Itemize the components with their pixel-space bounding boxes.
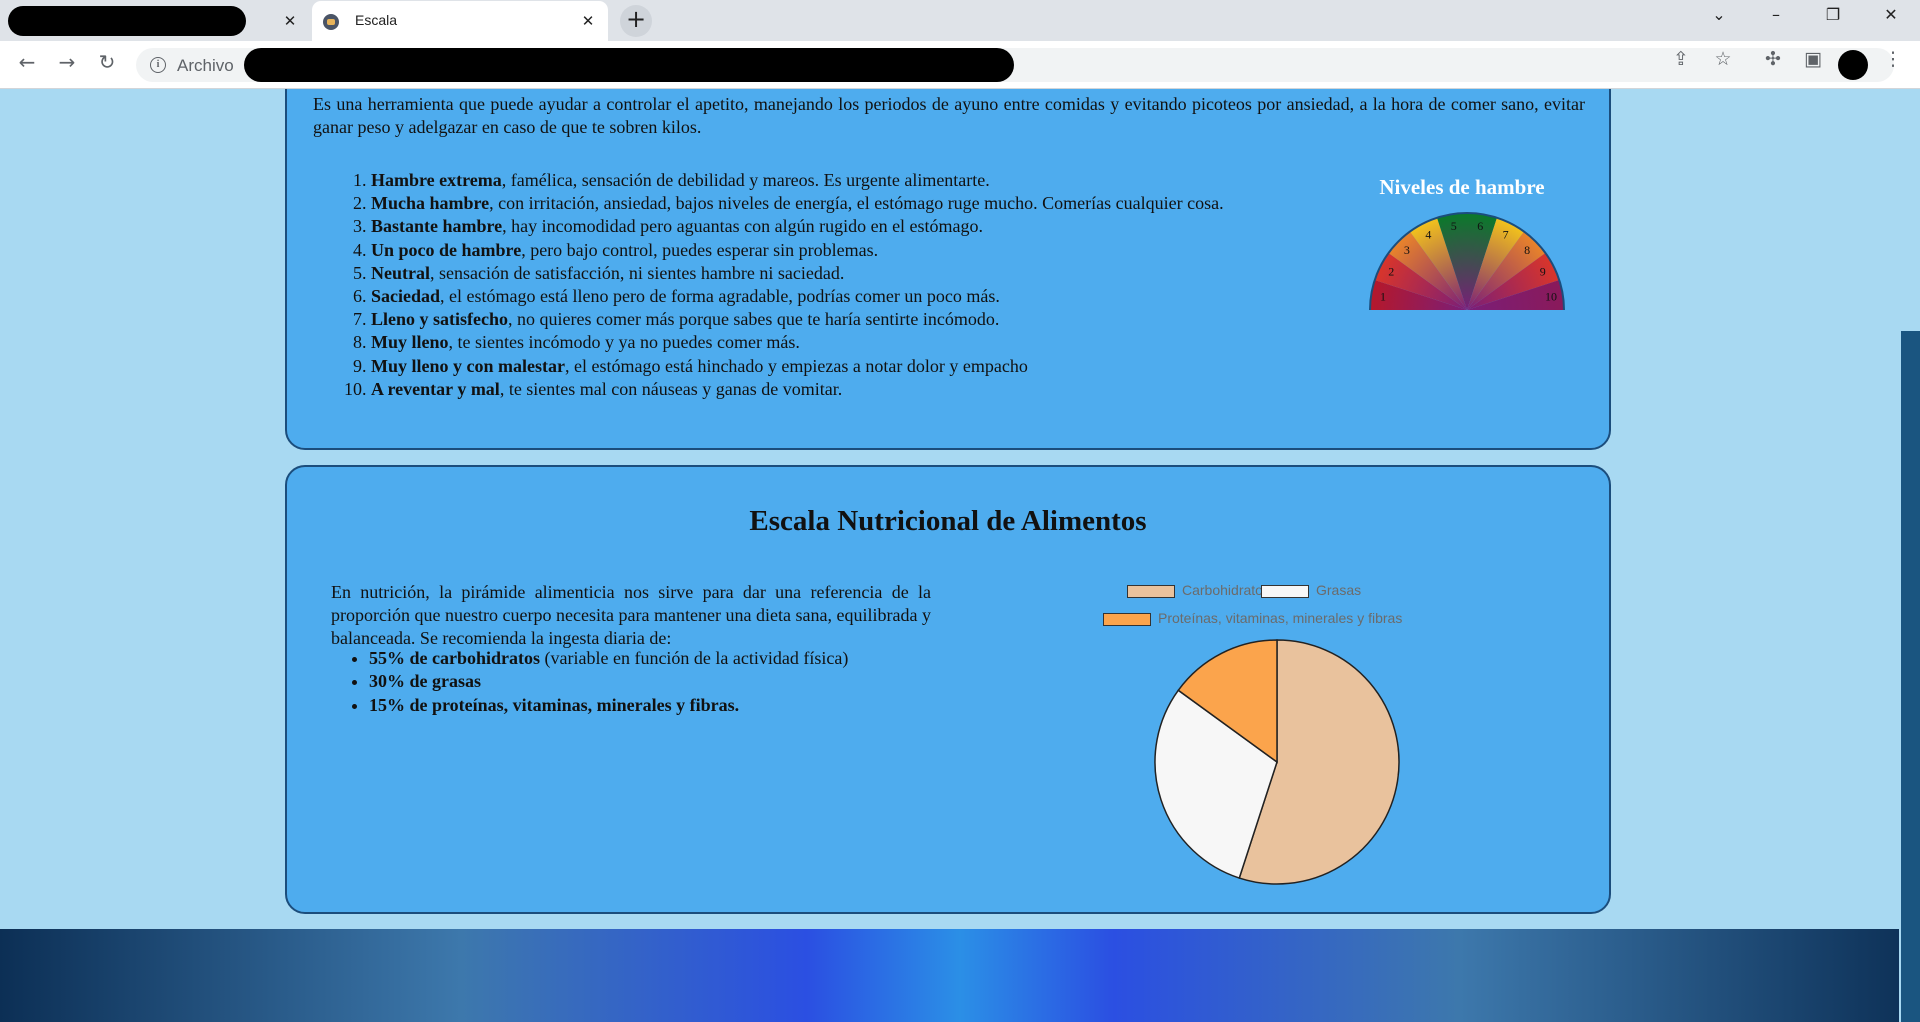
list-item: Lleno y satisfecho, no quieres comer más… (371, 308, 1411, 331)
item-description: , hay incomodidad pero aguantas con algú… (502, 216, 984, 237)
list-item: Mucha hambre, con irritación, ansiedad, … (371, 192, 1411, 215)
avatar[interactable] (1838, 50, 1868, 80)
list-item: 55% de carbohidratos (variable en funció… (369, 647, 989, 670)
window-close-icon[interactable]: ✕ (1868, 5, 1914, 35)
section-title: Escala Nutricional de Alimentos (749, 505, 1147, 537)
list-item: Saciedad, el estómago está lleno pero de… (371, 285, 1411, 308)
nutrition-pie-chart (1154, 639, 1400, 885)
item-bold-label: Muy lleno y con malestar (371, 355, 565, 376)
scrollbar[interactable] (1899, 89, 1920, 1022)
list-item: 30% de grasas (369, 670, 989, 693)
sidebar-icon[interactable]: ▣ (1796, 48, 1830, 82)
list-item: Hambre extrema, famélica, sensación de d… (371, 169, 1411, 192)
gauge-label: 5 (1451, 219, 1457, 233)
list-item: Muy lleno, te sientes incómodo y ya no p… (371, 331, 1411, 354)
restore-icon[interactable]: ❐ (1810, 5, 1856, 35)
legend-swatch (1261, 584, 1309, 598)
item-bold-label: Lleno y satisfecho (371, 309, 508, 330)
list-item: Un poco de hambre, pero bajo control, pu… (371, 239, 1411, 262)
address-bar[interactable]: i Archivo ⇪ ☆ (136, 48, 1894, 82)
item-bold-label: 15% de proteínas, vitaminas, minerales y… (369, 694, 740, 715)
item-bold-label: Saciedad (371, 286, 441, 307)
list-item: 15% de proteínas, vitaminas, minerales y… (369, 694, 989, 717)
scrollbar-thumb[interactable] (1901, 331, 1920, 1022)
item-description: , el estómago está lleno pero de forma a… (440, 286, 1000, 307)
nutrition-list: 55% de carbohidratos (variable en funció… (331, 647, 989, 717)
extensions-icon[interactable]: ✣ (1756, 48, 1790, 82)
item-bold-label: Hambre extrema (371, 170, 502, 190)
forward-icon[interactable]: → (52, 50, 82, 80)
item-bold-label: Bastante hambre (371, 216, 503, 237)
info-icon[interactable]: i (150, 57, 166, 73)
redacted-tab[interactable] (8, 6, 246, 36)
item-description: , con irritación, ansiedad, bajos nivele… (489, 193, 1224, 214)
page-viewport: Es una herramienta que puede ayudar a co… (0, 89, 1899, 1022)
item-bold-label: Neutral (371, 262, 430, 283)
gauge-title: Niveles de hambre (1379, 175, 1545, 199)
gauge-label: 9 (1540, 264, 1546, 278)
gauge-label: 7 (1503, 227, 1509, 241)
gauge-label: 3 (1404, 243, 1410, 257)
close-icon[interactable]: ✕ (279, 10, 301, 32)
nutrition-card: Escala Nutricional de Alimentos En nutri… (285, 465, 1611, 914)
nutrition-paragraph: En nutrición, la pirámide alimenticia no… (331, 582, 931, 648)
list-item: Bastante hambre, hay incomodidad pero ag… (371, 215, 1411, 238)
share-icon[interactable]: ⇪ (1664, 48, 1698, 82)
legend-label: Grasas (1316, 582, 1362, 598)
legend-label: Carbohidratos (1182, 582, 1270, 598)
redacted-url[interactable] (244, 48, 1014, 82)
list-item: Muy lleno y con malestar, el estómago es… (371, 355, 1411, 378)
favicon-icon (323, 14, 339, 30)
star-icon[interactable]: ☆ (1706, 48, 1740, 82)
page-footer (0, 929, 1899, 1022)
gauge-label: 10 (1545, 290, 1557, 304)
chevron-down-icon[interactable]: ⌄ (1696, 5, 1742, 35)
item-bold-label: 55% de carbohidratos (369, 648, 540, 668)
item-bold-label: A reventar y mal (371, 378, 500, 399)
item-description: , no quieres comer más porque sabes que … (508, 309, 1000, 330)
intro-paragraph: Es una herramienta que puede ayudar a co… (313, 94, 1585, 137)
hunger-levels-list: Hambre extrema, famélica, sensación de d… (313, 169, 1411, 401)
legend-label: Proteínas, vitaminas, minerales y fibras (1158, 610, 1403, 626)
tab-escala[interactable]: Escala ✕ (312, 1, 608, 41)
list-item: A reventar y mal, te sientes mal con náu… (371, 378, 1411, 401)
minimize-icon[interactable]: – (1753, 5, 1799, 35)
close-icon[interactable]: ✕ (577, 10, 599, 32)
item-description: , famélica, sensación de debilidad y mar… (501, 170, 990, 190)
hunger-scale-card: Es una herramienta que puede ayudar a co… (285, 89, 1611, 450)
browser-toolbar: ← → ↻ i Archivo ⇪ ☆ ✣ ▣ ⋮ (0, 41, 1920, 89)
item-description: , pero bajo control, puedes esperar sin … (521, 239, 879, 260)
legend-item[interactable]: Proteínas, vitaminas, minerales y fibras (1103, 610, 1402, 626)
legend-swatch (1103, 612, 1151, 626)
gauge-label: 2 (1388, 264, 1394, 278)
new-tab-icon[interactable]: + (620, 5, 652, 37)
item-description: , te sientes incómodo y ya no puedes com… (448, 332, 800, 353)
menu-icon[interactable]: ⋮ (1876, 48, 1910, 82)
list-item: Neutral, sensación de satisfacción, ni s… (371, 262, 1411, 285)
back-icon[interactable]: ← (12, 50, 42, 80)
item-description: (variable en función de la actividad fís… (540, 648, 849, 668)
gauge-label: 8 (1524, 243, 1530, 257)
item-description: , te sientes mal con náuseas y ganas de … (499, 378, 843, 399)
tab-title: Escala (355, 12, 398, 28)
item-bold-label: 30% de grasas (369, 671, 481, 692)
gauge-label: 4 (1425, 227, 1431, 241)
gauge-label: 1 (1380, 290, 1386, 304)
legend-item[interactable]: Carbohidratos (1127, 582, 1270, 598)
item-description: , sensación de satisfacción, ni sientes … (429, 262, 845, 283)
item-bold-label: Muy lleno (371, 332, 449, 353)
hunger-gauge: 123 4 5 6 7 89 10 (1369, 212, 1565, 311)
legend-swatch (1127, 584, 1175, 598)
omnibox-label: Archivo (177, 56, 234, 75)
legend-item[interactable]: Grasas (1261, 582, 1361, 598)
gauge-label: 6 (1477, 219, 1483, 233)
reload-icon[interactable]: ↻ (92, 50, 122, 80)
item-bold-label: Un poco de hambre (371, 239, 522, 260)
tab-bar: ✕ Escala ✕ + ⌄ – ❐ ✕ (0, 0, 1920, 41)
item-description: , el estómago está hinchado y empiezas a… (564, 355, 1028, 376)
item-bold-label: Mucha hambre (371, 193, 490, 214)
